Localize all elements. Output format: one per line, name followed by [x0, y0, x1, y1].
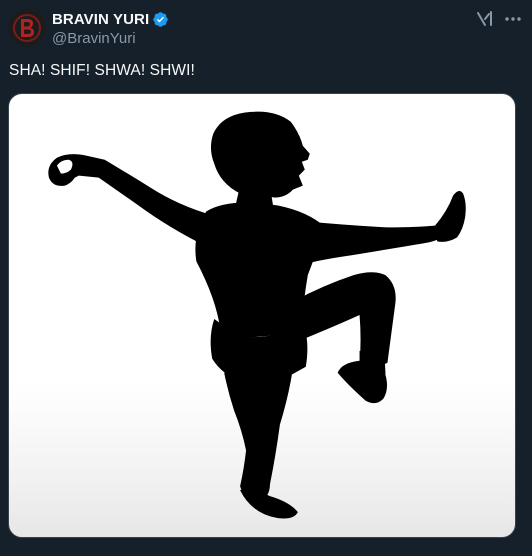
avatar-logo-icon	[8, 9, 46, 47]
avatar[interactable]	[8, 9, 46, 47]
post-image[interactable]	[8, 93, 516, 538]
name-row: BRAVIN YURI	[52, 9, 169, 29]
kung-fu-silhouette	[48, 111, 466, 519]
author-block: BRAVIN YURI @BravinYuri	[52, 9, 169, 48]
grok-icon[interactable]	[476, 10, 494, 28]
more-icon[interactable]	[502, 10, 524, 28]
handle[interactable]: @BravinYuri	[52, 29, 169, 48]
post: BRAVIN YURI @BravinYuri SHA! SHIF! SHWA!…	[0, 0, 532, 556]
post-text: SHA! SHIF! SHWA! SHWI!	[9, 62, 195, 79]
verified-badge-icon[interactable]	[152, 11, 169, 28]
display-name[interactable]: BRAVIN YURI	[52, 11, 149, 28]
